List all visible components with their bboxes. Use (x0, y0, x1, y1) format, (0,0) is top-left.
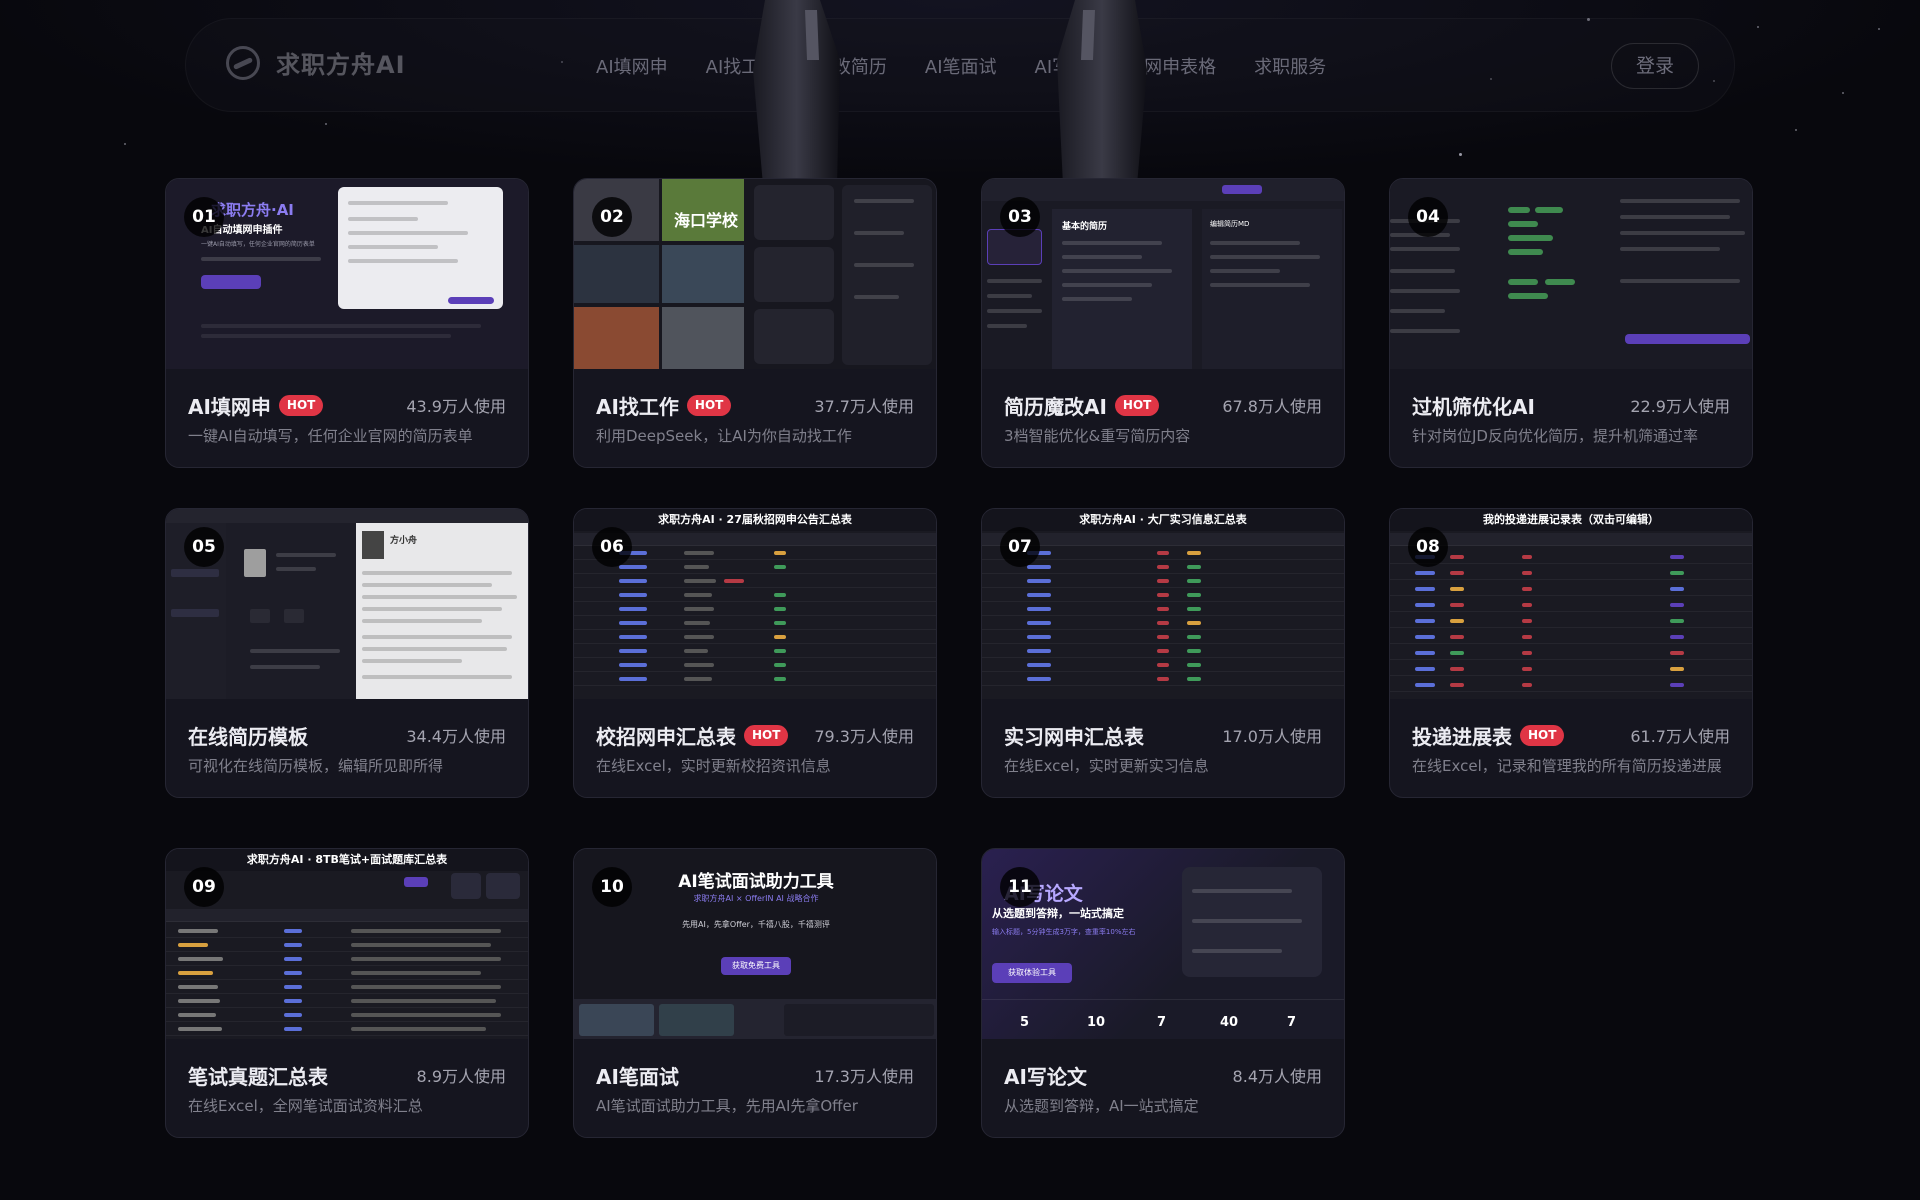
usage-count: 43.9万人使用 (406, 397, 506, 416)
card-description: 3档智能优化&重写简历内容 (1004, 427, 1191, 445)
thumb-cta: 获取体验工具 (992, 963, 1072, 983)
thumb-note: 一键AI自动填写，任何企业官网的简历表单 (201, 241, 315, 248)
card-title: 过机筛优化AI (1412, 394, 1535, 419)
tool-card-campus-sheet[interactable]: 求职方舟AI · 27届秋招网申公告汇总表 06 校招网申汇总表 HOT 79.… (573, 508, 937, 798)
card-number: 04 (1408, 197, 1448, 237)
card-description: 利用DeepSeek，让AI为你自动找工作 (596, 427, 852, 445)
hot-badge: HOT (1520, 724, 1565, 746)
card-description: 可视化在线简历模板，编辑所见即所得 (188, 757, 444, 775)
login-button[interactable]: 登录 (1611, 43, 1699, 89)
card-number: 09 (184, 867, 224, 907)
card-description: 在线Excel，全网笔试面试资料汇总 (188, 1097, 423, 1115)
card-description: 在线Excel，实时更新实习信息 (1004, 757, 1209, 775)
thumb-right-title: 编辑简历MD (1210, 220, 1250, 228)
usage-count: 34.4万人使用 (406, 727, 506, 746)
star-decoration (325, 123, 327, 125)
card-title: 校招网申汇总表 (596, 724, 736, 749)
tool-card-ats-optimizer[interactable]: 04 过机筛优化AI 22.9万人使用 针对岗位JD反向优化简历，提升机筛通过率 (1389, 178, 1753, 468)
thumb-subheading: 从选题到答辩，一站式搞定 (992, 907, 1124, 920)
robot-illustration (753, 0, 1147, 185)
brand-name: 求职方舟AI (276, 51, 406, 79)
thumb-stat: 7 (1157, 1015, 1167, 1030)
usage-count: 22.9万人使用 (1630, 397, 1730, 416)
usage-count: 37.7万人使用 (814, 397, 914, 416)
nav-item-services[interactable]: 求职服务 (1254, 53, 1326, 79)
thumb-resume-name: 方小舟 (390, 536, 418, 546)
thumb-tagline: 输入标题，5分钟生成3万字，查重率10%左右 (992, 928, 1136, 936)
thumb-tag: 海口学校 (674, 211, 739, 230)
tool-card-resume-ai[interactable]: 基本的简历 编辑简历MD 03 简历魔改AI HOT 67.8万人使用 3档智能… (981, 178, 1345, 468)
card-title: 投递进展表 (1412, 724, 1512, 749)
tool-card-resume-templates[interactable]: 方小舟 05 在线简历模板 34.4万人使用 可视化在线简历模板，编辑所见即所得 (165, 508, 529, 798)
card-title: AI填网申 (188, 394, 271, 419)
tool-card-progress-tracker[interactable]: 我的投递进展记录表（双击可编辑） 08 投递进展表 HOT 61.7万人使用 在… (1389, 508, 1753, 798)
card-description: 一键AI自动填写，任何企业官网的简历表单 (188, 427, 473, 445)
star-decoration (1459, 153, 1462, 156)
boat-logo-icon (226, 45, 260, 80)
tool-card-ai-interview[interactable]: AI笔试面试助力工具 求职方舟AI × OfferIN AI 战略合作 先用AI… (573, 848, 937, 1138)
card-description: 针对岗位JD反向优化简历，提升机筛通过率 (1412, 427, 1698, 445)
usage-count: 17.0万人使用 (1222, 727, 1322, 746)
star-decoration (1757, 26, 1759, 28)
card-description: 从选题到答辩，AI一站式搞定 (1004, 1097, 1199, 1115)
card-description: 在线Excel，实时更新校招资讯信息 (596, 757, 831, 775)
usage-count: 61.7万人使用 (1630, 727, 1730, 746)
card-number: 08 (1408, 527, 1448, 567)
star-decoration (1795, 129, 1797, 131)
sheet-heading: 求职方舟AI · 大厂实习信息汇总表 (982, 509, 1344, 531)
card-title: 在线简历模板 (188, 724, 308, 749)
usage-count: 17.3万人使用 (814, 1067, 914, 1086)
usage-count: 8.9万人使用 (416, 1067, 506, 1086)
card-number: 05 (184, 527, 224, 567)
hot-badge: HOT (1114, 394, 1160, 416)
card-number: 11 (1000, 867, 1040, 907)
card-number: 07 (1000, 527, 1040, 567)
card-title: AI找工作 (596, 394, 679, 419)
card-number: 10 (592, 867, 632, 907)
hot-badge: HOT (686, 394, 732, 416)
sheet-heading: 求职方舟AI · 8TB笔试+面试题库汇总表 (166, 849, 528, 871)
card-number: 02 (592, 197, 632, 237)
star-decoration (124, 143, 126, 145)
card-description: 在线Excel，记录和管理我的所有简历投递进展 (1412, 757, 1722, 775)
thumb-stat: 7 (1287, 1015, 1297, 1030)
tool-card-ai-thesis[interactable]: AI写论文 从选题到答辩，一站式搞定 输入标题，5分钟生成3万字，查重率10%左… (981, 848, 1345, 1138)
thumb-stat: 5 (1020, 1015, 1030, 1030)
card-title: 笔试真题汇总表 (188, 1064, 328, 1089)
thumb-cta: 获取免费工具 (721, 957, 791, 975)
brand-logo[interactable]: 求职方舟AI (226, 45, 406, 80)
thumb-stat: 40 (1220, 1015, 1239, 1030)
star-decoration (1878, 28, 1880, 30)
card-title: 简历魔改AI (1004, 394, 1107, 419)
sheet-heading: 求职方舟AI · 27届秋招网申公告汇总表 (574, 509, 936, 531)
hot-badge: HOT (278, 394, 324, 416)
hot-badge: HOT (744, 724, 789, 746)
tool-card-internship-sheet[interactable]: 求职方舟AI · 大厂实习信息汇总表 07 实习网申汇总表 17.0万人使用 在… (981, 508, 1345, 798)
card-title: 实习网申汇总表 (1004, 724, 1144, 749)
thumb-left-title: 基本的简历 (1062, 222, 1108, 232)
usage-count: 8.4万人使用 (1232, 1067, 1322, 1086)
card-description: AI笔试面试助力工具，先用AI先拿Offer (596, 1097, 858, 1115)
nav-item-ai-apply[interactable]: AI填网申 (596, 53, 668, 79)
thumb-stat: 10 (1087, 1015, 1106, 1030)
card-number: 03 (1000, 197, 1040, 237)
card-number: 06 (592, 527, 632, 567)
tool-card-ai-apply[interactable]: 求职方舟·AI AI自动填网申插件 一键AI自动填写，任何企业官网的简历表单 0… (165, 178, 529, 468)
tool-card-ai-find-job[interactable]: 海口学校 02 AI找工作 HOT 37.7万人使用 利用DeepSeek，让A… (573, 178, 937, 468)
thumb-tagline: 先用AI，先拿Offer，千禧八股，千禧测评 (682, 920, 830, 929)
star-decoration (1842, 92, 1844, 94)
card-title: AI笔面试 (596, 1064, 679, 1089)
usage-count: 67.8万人使用 (1222, 397, 1322, 416)
tool-card-exam-bank[interactable]: 求职方舟AI · 8TB笔试+面试题库汇总表 09 笔试真题汇总表 8.9万人使… (165, 848, 529, 1138)
sheet-heading: 我的投递进展记录表（双击可编辑） (1390, 509, 1752, 531)
card-number: 01 (184, 197, 224, 237)
usage-count: 79.3万人使用 (814, 727, 914, 746)
card-title: AI写论文 (1004, 1064, 1087, 1089)
